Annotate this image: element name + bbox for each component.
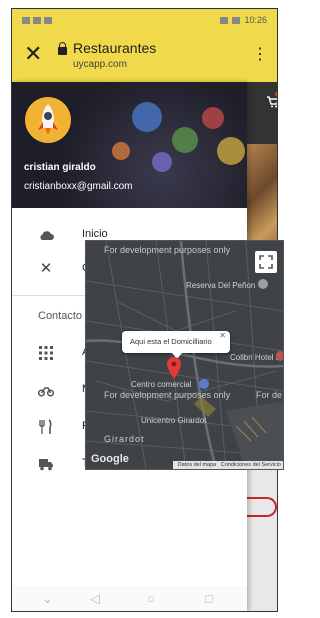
map-view[interactable]: For development purposes only For develo… bbox=[86, 241, 283, 469]
place-pin-icon[interactable] bbox=[276, 351, 283, 361]
page-title: Restaurantes bbox=[73, 40, 157, 56]
place-label: Unicentro Girardot bbox=[141, 416, 207, 425]
fullscreen-button[interactable] bbox=[255, 251, 277, 273]
status-time: 10:26 bbox=[244, 15, 267, 25]
place-label: Centro comercial bbox=[131, 380, 192, 389]
browser-top-bar: ✕ Restaurantes uycapp.com ⋮ bbox=[12, 31, 277, 82]
map-data-link[interactable]: Datos del mapa bbox=[178, 462, 217, 468]
bokeh-light bbox=[132, 102, 162, 132]
bokeh-light bbox=[112, 142, 130, 160]
drawer-item-label: Inicio bbox=[82, 228, 108, 240]
alarm-icon bbox=[220, 16, 229, 24]
bokeh-light bbox=[202, 107, 224, 129]
page-url: uycapp.com bbox=[73, 59, 127, 70]
cart-icon[interactable] bbox=[267, 96, 278, 108]
map-marker-icon[interactable] bbox=[167, 357, 181, 379]
place-pin-icon[interactable] bbox=[258, 279, 268, 289]
close-icon[interactable]: ✕ bbox=[24, 43, 42, 65]
drawer-header: cristian giraldo cristianboxx@gmail.com bbox=[12, 82, 247, 208]
bokeh-light bbox=[152, 152, 172, 172]
user-name: cristian giraldo bbox=[24, 162, 96, 173]
restaurant-icon bbox=[39, 419, 52, 434]
status-icons-left bbox=[22, 16, 52, 24]
mail-icon bbox=[33, 16, 41, 24]
system-nav-bar: ⌄ ◁ ○ □ bbox=[12, 586, 247, 611]
dev-notice: For development purposes only bbox=[104, 390, 231, 400]
delivery-truck-icon bbox=[39, 459, 53, 471]
close-icon: ✕ bbox=[39, 260, 53, 277]
info-window-text: Aqui esta el Domicilliario bbox=[130, 337, 212, 346]
terms-link[interactable]: Condiciones del Servicio bbox=[221, 462, 281, 468]
back-icon[interactable]: ◁ bbox=[90, 591, 100, 607]
dev-notice: For development purposes only bbox=[104, 245, 231, 255]
bokeh-light bbox=[172, 127, 198, 153]
user-email: cristianboxx@gmail.com bbox=[24, 181, 133, 192]
status-bar: 10:26 bbox=[12, 9, 277, 31]
recents-icon[interactable]: □ bbox=[205, 591, 213, 606]
avatar[interactable] bbox=[25, 97, 71, 143]
place-label: Girardot bbox=[104, 434, 145, 444]
place-label: Reserva Del Peñon bbox=[186, 281, 256, 290]
chevron-down-icon[interactable]: ⌄ bbox=[42, 591, 53, 607]
home-icon[interactable]: ○ bbox=[147, 591, 155, 606]
cloud-icon bbox=[40, 231, 54, 240]
bokeh-light bbox=[217, 137, 245, 165]
grid-icon bbox=[39, 346, 53, 360]
status-icons-right: 10:26 bbox=[220, 15, 267, 25]
lock-icon bbox=[58, 42, 67, 55]
section-title-contacto: Contacto bbox=[38, 310, 83, 322]
close-icon[interactable]: ✕ bbox=[219, 331, 226, 340]
background-header bbox=[247, 82, 278, 144]
motorcycle-icon bbox=[38, 387, 54, 397]
battery-icon bbox=[232, 16, 241, 24]
map-credits: Datos del mapa Condiciones del Servicio bbox=[172, 461, 283, 469]
google-logo: Google bbox=[91, 453, 129, 465]
fullscreen-icon bbox=[259, 255, 273, 269]
alert-icon bbox=[44, 16, 52, 24]
signal-icon bbox=[22, 16, 30, 24]
place-pin-icon[interactable] bbox=[199, 379, 209, 389]
dev-notice: For de bbox=[256, 390, 283, 400]
rocket-icon bbox=[38, 104, 58, 135]
outlined-button-partial[interactable] bbox=[247, 497, 277, 517]
cart-badge bbox=[275, 91, 277, 97]
more-vert-icon[interactable]: ⋮ bbox=[252, 47, 268, 63]
info-window[interactable]: Aqui esta el Domicilliario ✕ bbox=[122, 331, 230, 359]
